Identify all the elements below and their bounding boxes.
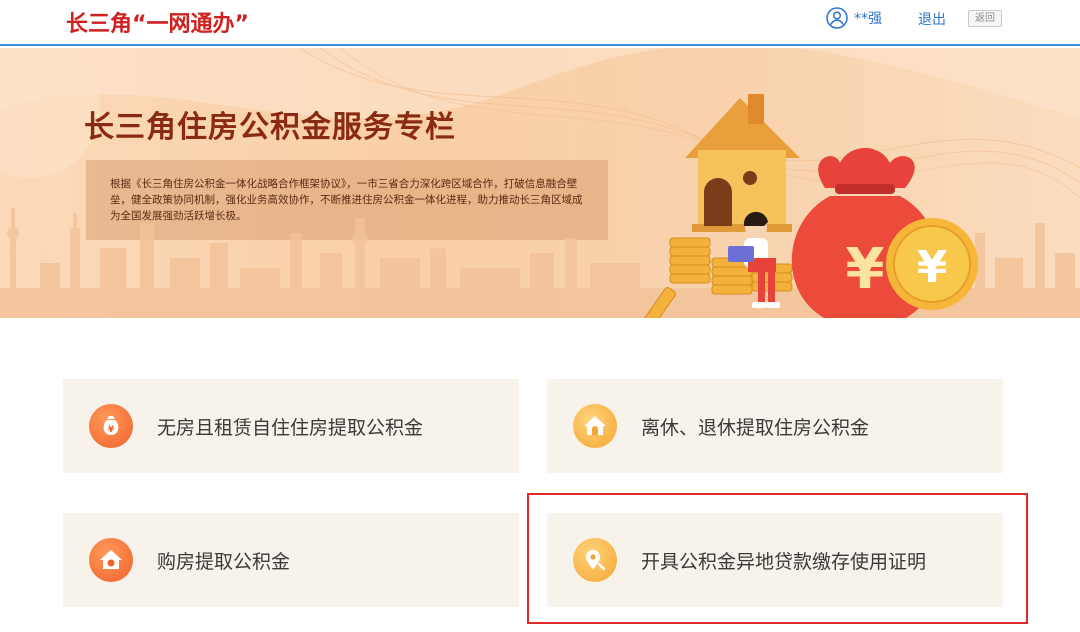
money-bag-symbol: ¥ (846, 237, 885, 302)
service-card-retirement-withdrawal[interactable]: 离休、退休提取住房公积金 (547, 379, 1003, 473)
user-icon (826, 7, 848, 29)
house-icon (573, 404, 617, 448)
top-header: 长三角“一网通办” **强 退出 返回 (0, 0, 1080, 46)
user-info[interactable]: **强 (826, 7, 882, 29)
svg-text:¥: ¥ (108, 425, 115, 435)
service-card-loan-certificate[interactable]: 开具公积金异地贷款缴存使用证明 (547, 513, 1003, 607)
coin-illustration: ¥ (886, 218, 978, 310)
service-card-rent-withdrawal[interactable]: ¥ 无房且租赁自住住房提取公积金 (63, 379, 519, 473)
logout-link[interactable]: 退出 (918, 9, 946, 29)
service-label: 离休、退休提取住房公积金 (641, 416, 870, 439)
service-card-purchase-withdrawal[interactable]: 购房提取公积金 (63, 513, 519, 607)
location-pin-icon (573, 538, 617, 582)
housing-fund-illustration: ¥ ¥ (640, 94, 978, 318)
house-icon (89, 538, 133, 582)
service-label: 开具公积金异地贷款缴存使用证明 (641, 550, 927, 573)
banner-title: 长三角住房公积金服务专栏 (84, 110, 456, 145)
service-label: 购房提取公积金 (157, 550, 291, 573)
back-button[interactable]: 返回 (968, 10, 1002, 27)
username: **强 (854, 11, 882, 27)
hero-banner: 长三角住房公积金服务专栏 根据《长三角住房公积金一体化战略合作框架协议》，一市三… (0, 48, 1080, 318)
service-label: 无房且租赁自住住房提取公积金 (157, 416, 424, 439)
money-bag-icon: ¥ (89, 404, 133, 448)
house-illustration (685, 94, 800, 232)
city-label: 上海 (24, 250, 48, 265)
coin-symbol: ¥ (917, 242, 948, 293)
site-logo[interactable]: 长三角“一网通办” (66, 6, 249, 38)
